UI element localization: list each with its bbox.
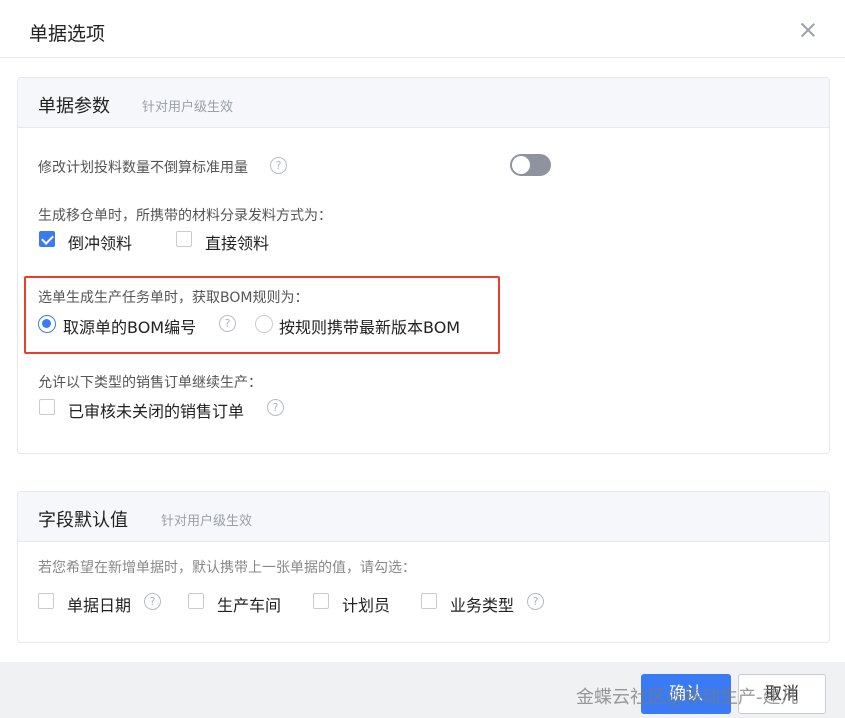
issue-method-label: 生成移仓单时，所携带的材料分录发料方式为： <box>38 208 332 224</box>
bom-rule-label: 选单生成生产任务单时，获取BOM规则为： <box>38 290 309 306</box>
help-icon[interactable]: ? <box>267 399 284 416</box>
bom-latest-label: 按规则携带最新版本BOM <box>279 318 461 337</box>
sales-order-label: 允许以下类型的销售订单继续生产： <box>38 375 262 391</box>
close-icon[interactable] <box>798 20 818 40</box>
params-section-title: 单据参数 <box>38 96 110 117</box>
confirm-button[interactable]: 确认 <box>641 674 731 714</box>
help-icon[interactable]: ? <box>219 315 236 332</box>
business-type-label: 业务类型 <box>450 596 515 615</box>
bill-date-label: 单据日期 <box>67 596 132 615</box>
help-icon[interactable]: ? <box>270 157 287 174</box>
dialog-header: 单据选项 <box>0 0 845 58</box>
help-icon[interactable]: ? <box>527 593 544 610</box>
dialog-title: 单据选项 <box>29 23 106 45</box>
planner-label: 计划员 <box>342 596 391 615</box>
backflush-label: 倒冲领料 <box>68 234 133 253</box>
bill-date-checkbox[interactable] <box>38 593 54 609</box>
direct-issue-checkbox[interactable] <box>176 231 192 247</box>
backflush-checkbox[interactable] <box>39 231 55 247</box>
bom-source-label: 取源单的BOM编号 <box>63 318 197 337</box>
defaults-section-title: 字段默认值 <box>38 510 128 531</box>
bom-latest-radio[interactable] <box>255 315 273 333</box>
defaults-section-header: 字段默认值 针对用户级生效 <box>18 492 829 542</box>
recalc-toggle[interactable] <box>510 154 551 176</box>
workshop-checkbox[interactable] <box>188 593 204 609</box>
params-section-hint: 针对用户级生效 <box>142 100 234 115</box>
params-section-header: 单据参数 针对用户级生效 <box>18 78 829 128</box>
cancel-button[interactable]: 取消 <box>738 674 826 714</box>
defaults-desc: 若您希望在新增单据时，默认携带上一张单据的值，请勾选： <box>38 560 416 576</box>
help-icon[interactable]: ? <box>144 593 161 610</box>
workshop-label: 生产车间 <box>217 596 282 615</box>
approved-open-order-checkbox[interactable] <box>39 399 55 415</box>
toggle-label: 修改计划投料数量不倒算标准用量 <box>38 160 248 176</box>
planner-checkbox[interactable] <box>313 593 329 609</box>
business-type-checkbox[interactable] <box>421 593 437 609</box>
defaults-section-hint: 针对用户级生效 <box>161 514 253 529</box>
direct-issue-label: 直接领料 <box>205 234 270 253</box>
approved-open-order-label: 已审核未关闭的销售订单 <box>68 402 245 421</box>
bom-source-radio[interactable] <box>38 315 56 333</box>
